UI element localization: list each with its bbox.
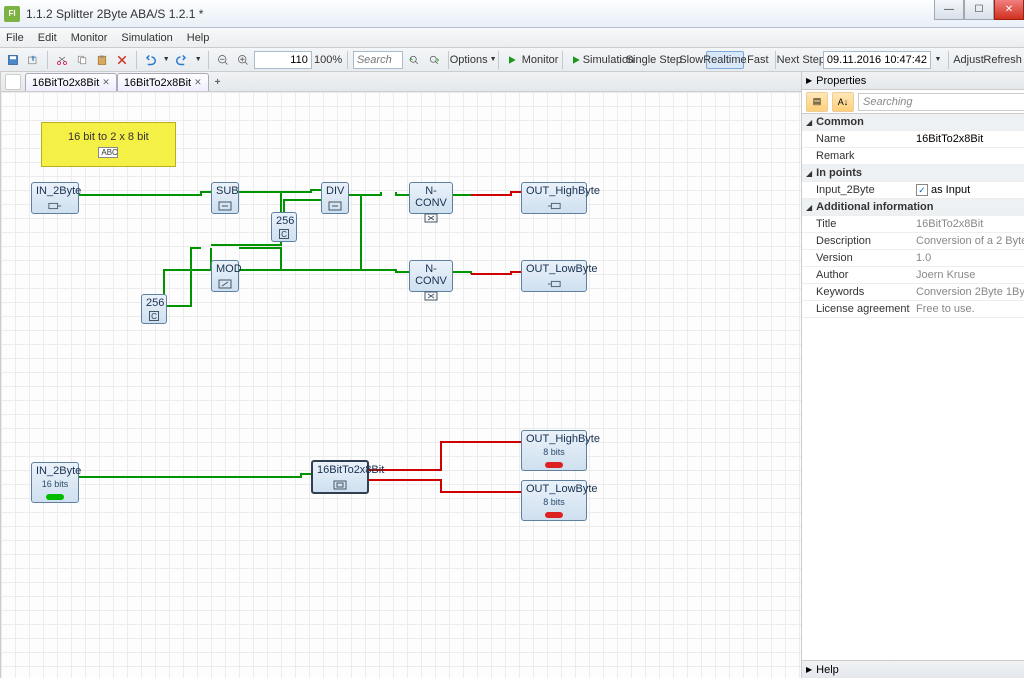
export-icon[interactable]: [24, 51, 42, 69]
block-out-lowbyte-2[interactable]: OUT_LowByte8 bits: [521, 480, 587, 521]
menu-edit[interactable]: Edit: [38, 32, 57, 44]
menu-bar: File Edit Monitor Simulation Help: [0, 28, 1024, 48]
maximize-button[interactable]: ☐: [964, 0, 994, 20]
properties-header: Properties: [816, 75, 866, 87]
timestamp-input[interactable]: [823, 51, 931, 69]
prop-keywords-value[interactable]: Conversion 2Byte 1Byte: [912, 286, 1024, 298]
single-step-button[interactable]: Single Step: [631, 51, 676, 69]
play-icon[interactable]: [503, 51, 521, 69]
simulation-button[interactable]: Simulation: [587, 51, 629, 69]
undo-dropdown-icon[interactable]: ▼: [161, 51, 171, 69]
block-div[interactable]: DIV: [321, 182, 349, 214]
tab-1[interactable]: 16BitTo2x8Bit✕: [25, 73, 117, 91]
block-in-2byte-2[interactable]: IN_2Byte16 bits: [31, 462, 79, 503]
block-out-highbyte[interactable]: OUT_HighByte: [521, 182, 587, 214]
sort-category-icon[interactable]: ▤: [806, 92, 828, 112]
main-toolbar: ▼ ▼ 100% Options ▼ Monitor Simulation Si…: [0, 48, 1024, 72]
cut-icon[interactable]: [53, 51, 71, 69]
block-const-256b[interactable]: 256C: [141, 294, 167, 324]
properties-panel: ▶Properties ▤ A↓ Searching✕ ◢Common Name…: [802, 72, 1024, 678]
search-input[interactable]: [353, 51, 403, 69]
slow-button[interactable]: Slow: [678, 51, 704, 69]
zoom-in-icon[interactable]: [234, 51, 252, 69]
block-mod[interactable]: MOD: [211, 260, 239, 292]
block-sub[interactable]: SUB: [211, 182, 239, 214]
monitor-button[interactable]: Monitor: [523, 51, 556, 69]
close-button[interactable]: ✕: [994, 0, 1024, 20]
tab-close-icon[interactable]: ✕: [194, 77, 202, 88]
zoom-out-icon[interactable]: [214, 51, 232, 69]
refresh-button[interactable]: Refresh: [985, 51, 1020, 69]
timestamp-dropdown-icon[interactable]: ▼: [933, 51, 943, 69]
help-header[interactable]: Help: [816, 664, 839, 676]
menu-help[interactable]: Help: [187, 32, 210, 44]
search-next-icon[interactable]: [425, 51, 443, 69]
delete-icon[interactable]: [113, 51, 131, 69]
copy-icon[interactable]: [73, 51, 91, 69]
undo-icon[interactable]: [141, 51, 159, 69]
tab-home-icon[interactable]: [5, 74, 21, 90]
properties-search[interactable]: Searching✕: [858, 93, 1024, 111]
prop-author-value[interactable]: Joern Kruse: [912, 269, 1024, 281]
app-icon: FI: [4, 6, 20, 22]
paste-icon[interactable]: [93, 51, 111, 69]
menu-simulation[interactable]: Simulation: [121, 32, 172, 44]
options-button[interactable]: Options ▼: [453, 51, 492, 69]
window-title: 1.1.2 Splitter 2Byte ABA/S 1.2.1 *: [26, 7, 203, 21]
block-const-256a[interactable]: 256C: [271, 212, 297, 242]
block-16bitto2x8bit[interactable]: 16BitTo2x8Bit: [311, 460, 369, 494]
prop-version-value[interactable]: 1.0: [912, 252, 1024, 264]
save-icon[interactable]: [4, 51, 22, 69]
zoom-value-input[interactable]: [254, 51, 312, 69]
prop-input-asinput[interactable]: ✓as Input: [912, 184, 1024, 197]
redo-dropdown-icon[interactable]: ▼: [193, 51, 203, 69]
minimize-button[interactable]: —: [934, 0, 964, 20]
fast-button[interactable]: Fast: [746, 51, 771, 69]
tab-2[interactable]: 16BitTo2x8Bit✕: [117, 73, 209, 91]
realtime-button[interactable]: Realtime: [706, 51, 743, 69]
block-nconv-1[interactable]: N-CONV: [409, 182, 453, 214]
abc-icon: ABC: [98, 147, 118, 158]
prop-title-value[interactable]: 16BitTo2x8Bit: [912, 218, 1024, 230]
tab-close-icon[interactable]: ✕: [102, 77, 110, 88]
block-out-lowbyte[interactable]: OUT_LowByte: [521, 260, 587, 292]
diagram-canvas[interactable]: 16 bit to 2 x 8 bit ABC IN_2Byte SUB 256…: [1, 92, 801, 678]
menu-file[interactable]: File: [6, 32, 24, 44]
menu-monitor[interactable]: Monitor: [71, 32, 108, 44]
block-in-2byte[interactable]: IN_2Byte: [31, 182, 79, 214]
next-step-button[interactable]: Next Step: [781, 51, 821, 69]
sort-alpha-icon[interactable]: A↓: [832, 92, 854, 112]
comment-sticky[interactable]: 16 bit to 2 x 8 bit ABC: [41, 122, 176, 167]
prop-name-value[interactable]: 16BitTo2x8Bit: [912, 133, 1024, 145]
tab-add-button[interactable]: +: [209, 73, 227, 91]
search-prev-icon[interactable]: [405, 51, 423, 69]
block-out-highbyte-2[interactable]: OUT_HighByte8 bits: [521, 430, 587, 471]
block-nconv-2[interactable]: N-CONV: [409, 260, 453, 292]
zoom-percent[interactable]: 100%: [314, 51, 342, 69]
prop-license-value[interactable]: Free to use.: [912, 303, 1024, 315]
adjust-button[interactable]: Adjust: [954, 51, 984, 69]
tab-bar: 16BitTo2x8Bit✕ 16BitTo2x8Bit✕ +: [1, 72, 801, 92]
prop-desc-value[interactable]: Conversion of a 2 Byte Unsigned to: [912, 235, 1024, 247]
window-titlebar: FI 1.1.2 Splitter 2Byte ABA/S 1.2.1 * — …: [0, 0, 1024, 28]
editor-area: 16BitTo2x8Bit✕ 16BitTo2x8Bit✕ +: [1, 72, 802, 678]
redo-icon[interactable]: [173, 51, 191, 69]
